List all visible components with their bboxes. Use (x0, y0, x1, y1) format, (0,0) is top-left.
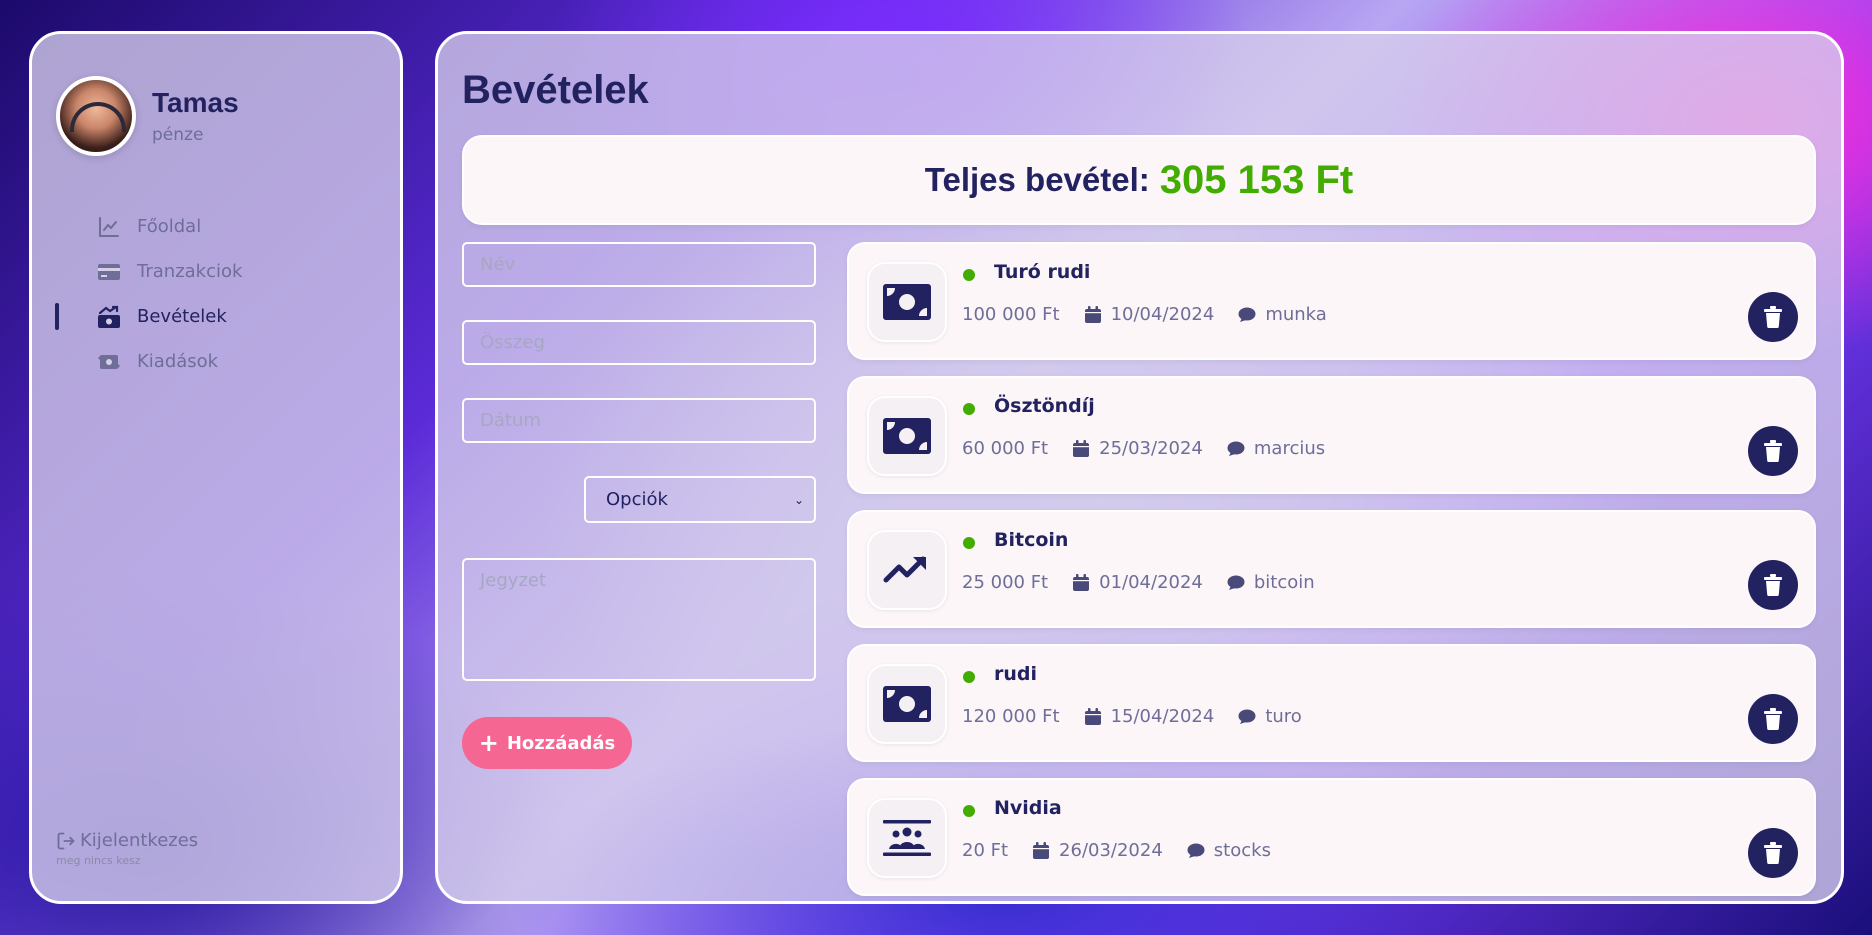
user-name: Tamas (152, 87, 239, 118)
comment-icon (1227, 441, 1245, 456)
delete-button[interactable] (1748, 560, 1798, 610)
main-panel: Bevételek Teljes bevétel: 305 153 Ft Opc… (435, 31, 1844, 904)
income-date: 15/04/2024 (1110, 706, 1215, 727)
status-dot (963, 671, 975, 683)
trash-icon (1764, 440, 1782, 462)
logout-note: meg nincs kesz (56, 854, 141, 867)
chevron-down-icon: ⌄ (793, 492, 804, 507)
status-dot (963, 269, 975, 281)
nav-menu: Főoldal Tranzakciok Bevételek Kiadások (55, 204, 378, 384)
date-input[interactable] (462, 398, 816, 443)
delete-button[interactable] (1748, 828, 1798, 878)
income-meta: 20 Ft 26/03/2024 stocks (962, 840, 1295, 861)
money-bill-icon (867, 664, 947, 744)
income-comment: bitcoin (1253, 572, 1315, 593)
income-meta: 25 000 Ft 01/04/2024 bitcoin (962, 572, 1339, 593)
total-income-label: Teljes bevétel: (924, 161, 1150, 198)
total-income-value: 305 153 Ft (1159, 157, 1354, 202)
income-item: rudi 120 000 Ft 15/04/2024 turo (847, 644, 1816, 762)
sidebar: Tamas pénze Főoldal Tranzakciok Bevétele… (29, 31, 403, 904)
income-amount: 120 000 Ft (962, 706, 1060, 727)
trash-icon (1764, 842, 1782, 864)
calendar-icon (1073, 439, 1090, 457)
income-title: Ösztöndíj (994, 395, 1095, 417)
nav-item-label: Kiadások (137, 351, 219, 372)
logout-button[interactable]: Kijelentkezes (56, 830, 198, 851)
income-title: Turó rudi (994, 261, 1091, 283)
calendar-icon (1084, 305, 1101, 323)
add-income-label: Hozzáadás (506, 732, 616, 754)
income-title: Nvidia (994, 797, 1062, 819)
income-date: 26/03/2024 (1059, 840, 1163, 861)
money-bill-transfer-icon (97, 350, 121, 374)
income-item: Bitcoin 25 000 Ft 01/04/2024 bitcoin (847, 510, 1816, 628)
people-group-icon (867, 798, 947, 878)
money-bill-icon (867, 396, 947, 476)
income-date: 01/04/2024 (1099, 572, 1203, 593)
status-dot (963, 537, 975, 549)
delete-button[interactable] (1748, 426, 1798, 476)
money-bill-icon (867, 262, 947, 342)
income-item: Nvidia 20 Ft 26/03/2024 stocks (847, 778, 1816, 896)
income-meta: 60 000 Ft 25/03/2024 marcius (962, 438, 1349, 459)
income-title: rudi (994, 663, 1038, 685)
income-comment: munka (1265, 304, 1327, 325)
credit-card-icon (97, 260, 121, 284)
add-income-button[interactable]: + Hozzáadás (462, 717, 632, 769)
income-item: Turó rudi 100 000 Ft 10/04/2024 munka (847, 242, 1816, 360)
calendar-icon (1033, 841, 1050, 859)
arrow-trend-up-icon (867, 530, 947, 610)
income-amount: 25 000 Ft (962, 572, 1049, 593)
trash-icon (1764, 306, 1782, 328)
page-title: Bevételek (462, 68, 649, 112)
income-amount: 20 Ft (962, 840, 1009, 861)
income-meta: 100 000 Ft 10/04/2024 munka (962, 304, 1351, 325)
plus-icon: + (478, 729, 499, 757)
nav-item-kiadasok[interactable]: Kiadások (56, 339, 378, 384)
name-input[interactable] (462, 242, 816, 287)
income-amount: 100 000 Ft (962, 304, 1060, 325)
income-comment: stocks (1213, 840, 1271, 861)
comment-icon (1187, 843, 1205, 858)
income-date: 25/03/2024 (1099, 438, 1203, 459)
category-select[interactable]: Opciók ⌄ (584, 476, 816, 523)
logout-label: Kijelentkezes (80, 830, 199, 851)
income-title: Bitcoin (994, 529, 1069, 551)
chart-line-icon (97, 215, 121, 239)
delete-button[interactable] (1748, 694, 1798, 744)
comment-icon (1238, 307, 1256, 322)
money-bill-trend-up-icon (97, 305, 121, 329)
user-subtitle: pénze (152, 125, 204, 145)
comment-icon (1238, 709, 1256, 724)
calendar-icon (1073, 573, 1090, 591)
comment-icon (1227, 575, 1245, 590)
status-dot (963, 805, 975, 817)
income-meta: 120 000 Ft 15/04/2024 turo (962, 706, 1326, 727)
profile: Tamas pénze (56, 76, 378, 156)
income-comment: marcius (1253, 438, 1326, 459)
status-dot (963, 403, 975, 415)
nav-item-fooldal[interactable]: Főoldal (56, 204, 378, 249)
income-comment: turo (1265, 706, 1302, 727)
category-select-value: Opciók (606, 489, 668, 510)
trash-icon (1764, 574, 1782, 596)
nav-item-tranzakciok[interactable]: Tranzakciok (56, 249, 378, 294)
total-income-card: Teljes bevétel: 305 153 Ft (462, 135, 1816, 225)
nav-item-label: Tranzakciok (137, 261, 243, 282)
delete-button[interactable] (1748, 292, 1798, 342)
calendar-icon (1084, 707, 1101, 725)
income-amount: 60 000 Ft (962, 438, 1049, 459)
nav-item-label: Főoldal (137, 216, 202, 237)
amount-input[interactable] (462, 320, 816, 365)
sign-out-icon (57, 832, 75, 849)
trash-icon (1764, 708, 1782, 730)
note-textarea[interactable] (462, 558, 816, 681)
nav-item-bevetelek[interactable]: Bevételek (55, 294, 378, 339)
income-item: Ösztöndíj 60 000 Ft 25/03/2024 marcius (847, 376, 1816, 494)
income-date: 10/04/2024 (1110, 304, 1215, 325)
nav-item-label: Bevételek (137, 306, 227, 327)
avatar (56, 76, 136, 156)
